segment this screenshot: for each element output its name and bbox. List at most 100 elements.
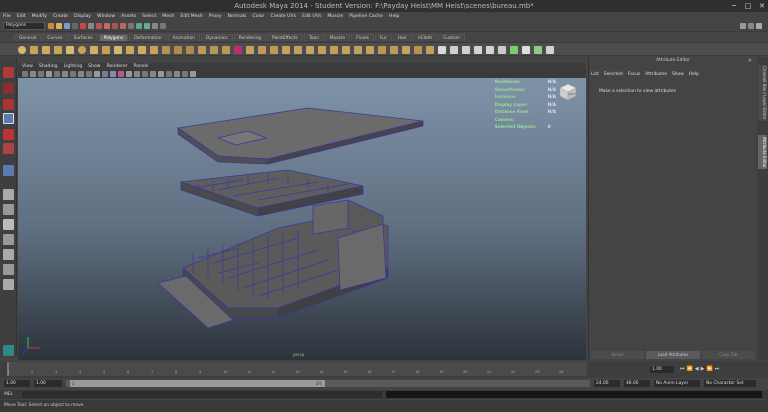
poly-soccer-ball-icon[interactable] [138, 46, 146, 54]
panel-menu-panels[interactable]: Panels [134, 64, 149, 69]
shelf-tab-surfaces[interactable]: Surfaces [68, 34, 98, 41]
range-slider-handle[interactable]: 1 24 [70, 380, 325, 387]
time-slider[interactable]: 1 2 3 4 5 6 7 8 9 10 11 12 13 14 15 16 1… [0, 361, 768, 378]
menu-edit-mesh[interactable]: Edit Mesh [180, 14, 202, 19]
load-attributes-button[interactable]: Load Attributes [646, 351, 700, 359]
cut-uv-edges-icon[interactable] [534, 46, 542, 54]
isolate-select-icon[interactable] [174, 71, 180, 77]
xray-icon[interactable] [182, 71, 188, 77]
snap-curve-icon[interactable] [104, 23, 110, 29]
shelf-tab-dynamics[interactable]: Dynamics [200, 34, 233, 41]
show-manipulator-tool-icon[interactable] [3, 165, 14, 176]
menu-edit-uvs[interactable]: Edit UVs [302, 14, 321, 19]
select-camera-icon[interactable] [22, 71, 28, 77]
anim-layer-dropdown[interactable]: No Anim Layer [654, 380, 700, 387]
safe-action-icon[interactable] [94, 71, 100, 77]
menu-create[interactable]: Create [53, 14, 68, 19]
shelf-tab-fur[interactable]: Fur [374, 34, 392, 41]
play-forward-icon[interactable]: ▶ [701, 366, 705, 372]
menu-color[interactable]: Color [252, 14, 264, 19]
booleans-difference-icon[interactable] [210, 46, 218, 54]
shelf-tab-animation[interactable]: Animation [167, 34, 200, 41]
poly-plane-icon[interactable] [66, 46, 74, 54]
ipr-render-icon[interactable] [144, 23, 150, 29]
merge-vertices-icon[interactable] [402, 46, 410, 54]
panel-menu-view[interactable]: View [22, 64, 33, 69]
menu-muscle[interactable]: Muscle [327, 14, 343, 19]
close-button[interactable]: ✕ [758, 2, 766, 10]
persp-graph-layout-icon[interactable] [3, 234, 14, 245]
uv-texture-editor-icon[interactable] [498, 46, 506, 54]
single-perspective-layout-icon[interactable] [3, 189, 14, 200]
save-scene-icon[interactable] [64, 23, 70, 29]
booleans-intersection-icon[interactable] [222, 46, 230, 54]
current-frame-field[interactable]: 1.00 [650, 366, 674, 373]
end-time-field[interactable]: 48.00 [624, 380, 650, 387]
wireframe-icon[interactable] [102, 71, 108, 77]
ae-menu-attributes[interactable]: Attributes [645, 72, 667, 77]
select-button[interactable]: Select [591, 351, 645, 359]
screen-space-ao-icon[interactable] [142, 71, 148, 77]
bookmarks-icon[interactable] [38, 71, 44, 77]
image-plane-icon[interactable] [46, 71, 52, 77]
play-backward-icon[interactable]: ◀ [695, 366, 699, 372]
poly-cube-icon[interactable] [30, 46, 38, 54]
poly-cylinder-icon[interactable] [42, 46, 50, 54]
booleans-union-icon[interactable] [198, 46, 206, 54]
append-polygon-icon[interactable] [342, 46, 350, 54]
shelf-tab-polygons[interactable]: Polygons [98, 34, 129, 41]
menu-mesh[interactable]: Mesh [162, 14, 174, 19]
split-polygon-icon[interactable] [378, 46, 386, 54]
menu-pipeline-cache[interactable]: Pipeline Cache [349, 14, 383, 19]
shadows-icon[interactable] [134, 71, 140, 77]
poly-platonic-icon[interactable] [150, 46, 158, 54]
layout-uvs-icon[interactable] [510, 46, 518, 54]
menu-set-dropdown[interactable]: Polygons [3, 22, 45, 30]
select-by-hierarchy-icon[interactable] [72, 23, 78, 29]
ae-menu-show[interactable]: Show [672, 72, 684, 77]
render-frame-icon[interactable] [136, 23, 142, 29]
shelf-tab-painteffects[interactable]: PaintEffects [267, 34, 303, 41]
paint-select-tool-icon[interactable] [3, 99, 14, 110]
step-forward-icon[interactable]: ⏩ [706, 366, 712, 372]
panel-close-icon[interactable]: ✕ [748, 58, 752, 64]
ae-menu-selected[interactable]: Selected [604, 72, 623, 77]
sew-uv-edges-icon[interactable] [546, 46, 554, 54]
show-hypershade-icon[interactable] [160, 23, 166, 29]
playback-start-field[interactable]: 1.00 [34, 380, 62, 387]
gate-mask-icon[interactable] [78, 71, 84, 77]
command-input[interactable] [22, 391, 382, 398]
step-back-icon[interactable]: ⏪ [687, 366, 693, 372]
four-view-layout-icon[interactable] [3, 204, 14, 215]
cylindrical-mapping-icon[interactable] [462, 46, 470, 54]
snap-surface-icon[interactable] [120, 23, 126, 29]
automatic-mapping-icon[interactable] [486, 46, 494, 54]
extrude-icon[interactable] [318, 46, 326, 54]
checker-uv-icon[interactable] [438, 46, 446, 54]
menu-proxy[interactable]: Proxy [209, 14, 222, 19]
poly-pipe-icon[interactable] [114, 46, 122, 54]
poly-prism-icon[interactable] [90, 46, 98, 54]
xray-joints-icon[interactable] [190, 71, 196, 77]
shelf-tab-deformation[interactable]: Deformation [129, 34, 167, 41]
start-time-field[interactable]: 1.00 [4, 380, 30, 387]
smooth-icon[interactable] [234, 46, 242, 54]
shelf-tab-curves[interactable]: Curves [42, 34, 68, 41]
offset-edge-loop-icon[interactable] [366, 46, 374, 54]
go-to-start-icon[interactable]: ⏮ [680, 366, 685, 372]
panel-menu-renderer[interactable]: Renderer [107, 64, 128, 69]
side-tab-channel-box[interactable]: Channel Box / Layer Editor [758, 65, 767, 121]
toggle-tool-settings-icon[interactable] [748, 23, 754, 29]
lasso-tool-icon[interactable] [3, 83, 14, 94]
bevel-icon[interactable] [390, 46, 398, 54]
triangulate-icon[interactable] [294, 46, 302, 54]
select-by-object-icon[interactable] [80, 23, 86, 29]
poly-helix-icon[interactable] [126, 46, 134, 54]
go-to-end-icon[interactable]: ⏭ [715, 366, 720, 372]
menu-edit[interactable]: Edit [17, 14, 26, 19]
render-settings-icon[interactable] [152, 23, 158, 29]
shelf-tab-toon[interactable]: Toon [303, 34, 324, 41]
menu-modify[interactable]: Modify [32, 14, 47, 19]
use-all-lights-icon[interactable] [126, 71, 132, 77]
collapse-icon[interactable] [414, 46, 422, 54]
